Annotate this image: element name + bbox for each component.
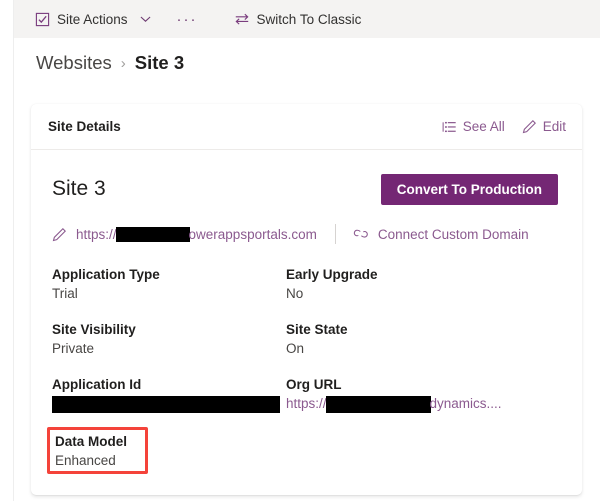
field-label: Data Model (55, 434, 283, 449)
breadcrumb-item-current: Site 3 (135, 52, 184, 74)
breadcrumb: Websites › Site 3 (36, 52, 184, 74)
pencil-icon (522, 119, 537, 134)
field-value (52, 396, 283, 413)
field-label: Early Upgrade (286, 267, 517, 282)
field-value: Enhanced (55, 453, 283, 468)
checkbox-checked-icon (35, 12, 50, 27)
link-chain-icon (353, 227, 369, 241)
command-switch-to-classic[interactable]: Switch To Classic (230, 4, 366, 34)
list-icon (442, 120, 457, 134)
edit-button[interactable]: Edit (522, 119, 566, 134)
site-url-link[interactable]: https:// owerappsportals.com (76, 227, 317, 242)
field-label: Application Id (52, 377, 283, 392)
field-early-upgrade: Early Upgrade No (283, 267, 517, 301)
org-url-redaction (326, 396, 431, 413)
command-switch-to-classic-label: Switch To Classic (257, 12, 362, 27)
field-site-state: Site State On (283, 322, 517, 356)
site-url-suffix: owerappsportals.com (189, 227, 317, 242)
site-name: Site 3 (49, 177, 106, 201)
command-site-actions-label: Site Actions (57, 12, 128, 27)
ellipsis-icon[interactable]: ··· (171, 11, 204, 28)
org-url-prefix: https:// (286, 396, 327, 411)
field-application-id: Application Id (49, 377, 283, 413)
connect-custom-domain-button[interactable]: Connect Custom Domain (353, 227, 529, 242)
site-url-prefix: https:// (76, 227, 117, 242)
field-label: Site State (286, 322, 517, 337)
field-value: No (286, 286, 517, 301)
app-root: Site Actions ··· Switch To Classic Websi… (0, 0, 600, 501)
site-title-row: Site 3 Convert To Production (49, 172, 558, 206)
convert-to-production-button[interactable]: Convert To Production (381, 174, 558, 205)
field-label: Org URL (286, 377, 543, 392)
breadcrumb-separator-icon: › (121, 55, 126, 72)
field-data-model: Data Model Enhanced (49, 434, 283, 468)
card-title: Site Details (48, 119, 121, 134)
connect-custom-domain-label: Connect Custom Domain (378, 227, 529, 242)
breadcrumb-item-websites[interactable]: Websites (36, 52, 112, 74)
site-details-card: Site Details See Al (31, 104, 582, 495)
field-row: Data Model Enhanced (49, 434, 558, 468)
field-org-url: Org URL https:// dynamics.... (283, 377, 543, 413)
url-row-divider (335, 224, 336, 244)
command-site-actions[interactable]: Site Actions (31, 4, 155, 34)
field-label: Site Visibility (52, 322, 283, 337)
field-value: Private (52, 341, 283, 356)
field-value: On (286, 341, 517, 356)
left-rail (0, 0, 14, 501)
card-header: Site Details See Al (31, 104, 582, 150)
see-all-button[interactable]: See All (442, 119, 505, 134)
swap-arrows-icon (234, 12, 250, 26)
edit-label: Edit (543, 119, 566, 134)
field-row: Site Visibility Private Site State On (49, 322, 558, 356)
field-application-type: Application Type Trial (49, 267, 283, 301)
org-url-suffix: dynamics.... (430, 396, 502, 411)
card-header-actions: See All Edit (442, 119, 566, 134)
field-value[interactable]: https:// dynamics.... (286, 396, 543, 413)
card-body: Site 3 Convert To Production https:// owe… (31, 150, 582, 468)
see-all-label: See All (463, 119, 505, 134)
edit-url-pencil-icon[interactable] (52, 227, 67, 242)
field-site-visibility: Site Visibility Private (49, 322, 283, 356)
field-label: Application Type (52, 267, 283, 282)
site-url-row: https:// owerappsportals.com Connect Cust… (49, 223, 558, 245)
application-id-redaction (52, 396, 280, 413)
site-url-redaction (116, 227, 190, 242)
site-details-fields: Application Type Trial Early Upgrade No … (49, 267, 558, 468)
command-bar: Site Actions ··· Switch To Classic (14, 0, 600, 38)
field-value: Trial (52, 286, 283, 301)
chevron-down-icon[interactable] (140, 15, 151, 23)
field-row: Application Type Trial Early Upgrade No (49, 267, 558, 301)
field-row: Application Id Org URL https:// dynamics.… (49, 377, 558, 413)
